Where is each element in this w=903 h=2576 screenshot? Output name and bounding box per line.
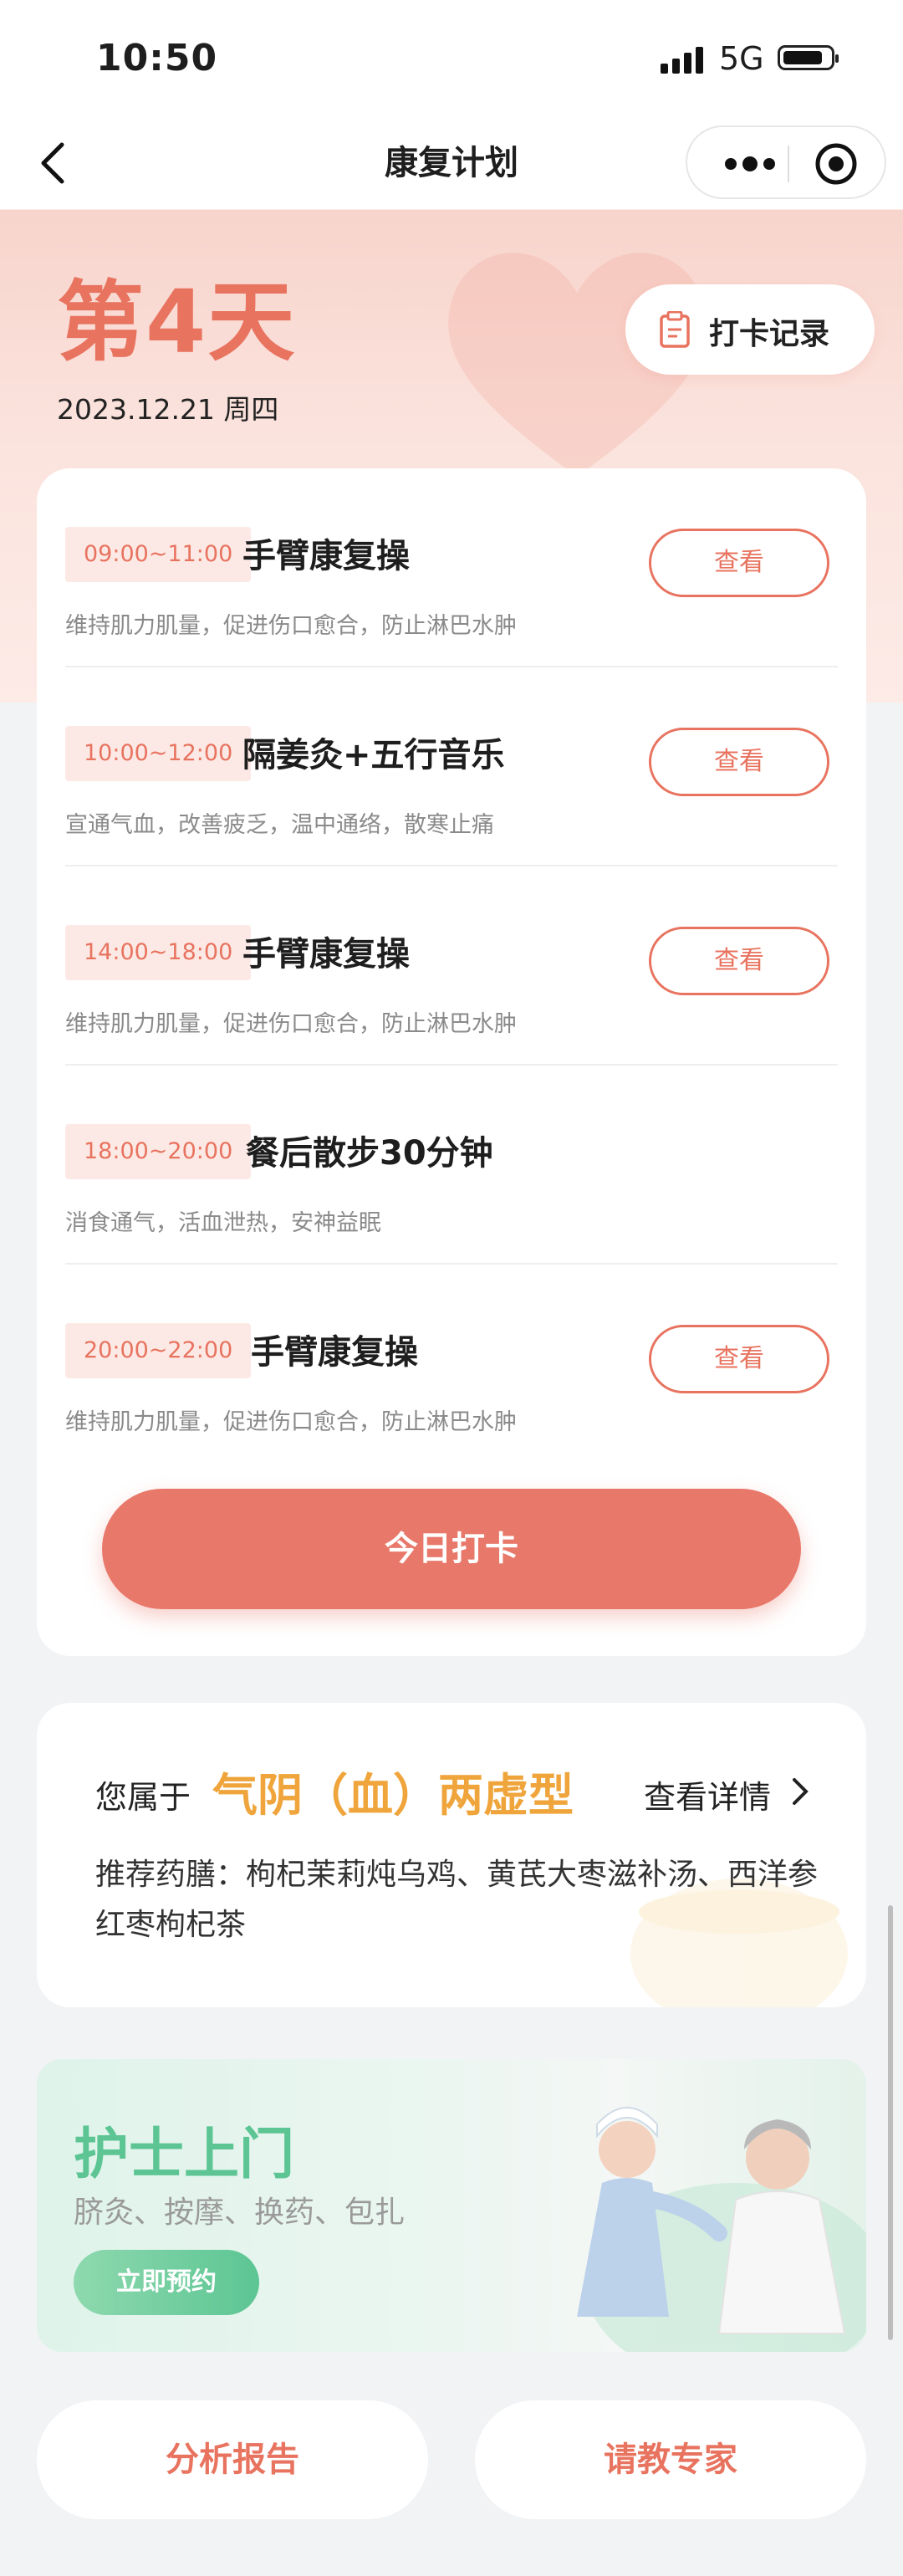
activity-description: 维持肌力肌量，促进伤口愈合，防止淋巴水肿 bbox=[65, 1011, 517, 1037]
analysis-report-button[interactable]: 分析报告 bbox=[37, 2400, 428, 2519]
signal-icon bbox=[661, 47, 703, 74]
activity-title: 手臂康复操 bbox=[242, 537, 410, 575]
view-button[interactable]: 查看 bbox=[649, 1325, 829, 1393]
consult-expert-button[interactable]: 请教专家 bbox=[475, 2400, 866, 2519]
time-slot-tag: 18:00~20:00 bbox=[65, 1124, 252, 1179]
nurse-illustration-icon bbox=[577, 2107, 866, 2352]
schedule-item: 14:00~18:00 手臂康复操 维持肌力肌量，促进伤口愈合，防止淋巴水肿 查… bbox=[65, 866, 838, 1066]
constitution-prefix: 您属于 bbox=[95, 1779, 191, 1816]
view-button[interactable]: 查看 bbox=[649, 529, 829, 597]
view-button[interactable]: 查看 bbox=[649, 927, 829, 995]
today-checkin-button[interactable]: 今日打卡 bbox=[102, 1489, 801, 1609]
time-slot-tag: 20:00~22:00 bbox=[65, 1323, 252, 1378]
banner-title: 护士上门 bbox=[74, 2122, 294, 2186]
scrollbar[interactable] bbox=[888, 1905, 893, 2340]
activity-description: 消食通气，活血泄热，安神益眠 bbox=[65, 1210, 381, 1236]
clipboard-icon bbox=[660, 311, 690, 348]
schedule-item: 20:00~22:00 手臂康复操 维持肌力肌量，促进伤口愈合，防止淋巴水肿 查… bbox=[65, 1265, 838, 1464]
day-counter: 第4天 bbox=[57, 271, 297, 373]
constitution-card: 您属于 气阴（血）两虚型 查看详情 推荐药膳：枸杞茉莉炖乌鸡、黄芪大枣滋补汤、西… bbox=[37, 1703, 866, 2007]
diet-recommendation: 推荐药膳：枸杞茉莉炖乌鸡、黄芪大枣滋补汤、西洋参红枣枸杞茶 bbox=[95, 1858, 819, 1942]
activity-title: 手臂康复操 bbox=[251, 1333, 418, 1372]
schedule-card: 09:00~11:00 手臂康复操 维持肌力肌量，促进伤口愈合，防止淋巴水肿 查… bbox=[37, 468, 866, 1656]
view-details-link[interactable]: 查看详情 bbox=[644, 1771, 771, 1817]
network-label: 5G bbox=[719, 40, 764, 77]
activity-description: 维持肌力肌量，促进伤口愈合，防止淋巴水肿 bbox=[65, 613, 517, 639]
activity-description: 维持肌力肌量，促进伤口愈合，防止淋巴水肿 bbox=[65, 1409, 517, 1435]
chevron-right-icon[interactable] bbox=[789, 1775, 811, 1808]
status-bar: 10:50 5G bbox=[0, 0, 903, 117]
banner-subtitle: 脐灸、按摩、换药、包扎 bbox=[74, 2195, 406, 2230]
time-slot-tag: 14:00~18:00 bbox=[65, 925, 252, 980]
schedule-item: 10:00~12:00 隔姜灸+五行音乐 宣通气血，改善疲乏，温中通络，散寒止痛… bbox=[65, 667, 838, 866]
checkin-record-label: 打卡记录 bbox=[709, 317, 830, 351]
capsule-divider bbox=[788, 146, 789, 182]
view-button[interactable]: 查看 bbox=[649, 728, 829, 796]
close-target-icon[interactable] bbox=[814, 142, 858, 186]
status-time: 10:50 bbox=[96, 37, 218, 79]
schedule-item: 18:00~20:00 餐后散步30分钟 消食通气，活血泄热，安神益眠 bbox=[65, 1066, 838, 1265]
time-slot-tag: 10:00~12:00 bbox=[65, 726, 252, 781]
activity-title: 餐后散步30分钟 bbox=[246, 1134, 493, 1173]
navigation-bar: 康复计划 bbox=[0, 117, 903, 209]
battery-icon bbox=[778, 45, 839, 70]
schedule-item: 09:00~11:00 手臂康复操 维持肌力肌量，促进伤口愈合，防止淋巴水肿 查… bbox=[65, 468, 838, 667]
constitution-type: 气阴（血）两虚型 bbox=[212, 1769, 574, 1822]
activity-description: 宣通气血，改善疲乏，温中通络，散寒止痛 bbox=[65, 812, 494, 838]
activity-title: 手臂康复操 bbox=[242, 935, 410, 974]
checkin-record-button[interactable]: 打卡记录 bbox=[625, 284, 875, 375]
more-icon[interactable] bbox=[712, 147, 788, 181]
book-now-button[interactable]: 立即预约 bbox=[74, 2250, 259, 2315]
time-slot-tag: 09:00~11:00 bbox=[65, 527, 252, 582]
mini-program-capsule bbox=[686, 125, 886, 199]
activity-title: 隔姜灸+五行音乐 bbox=[242, 736, 505, 774]
plan-date: 2023.12.21 周四 bbox=[57, 393, 279, 426]
